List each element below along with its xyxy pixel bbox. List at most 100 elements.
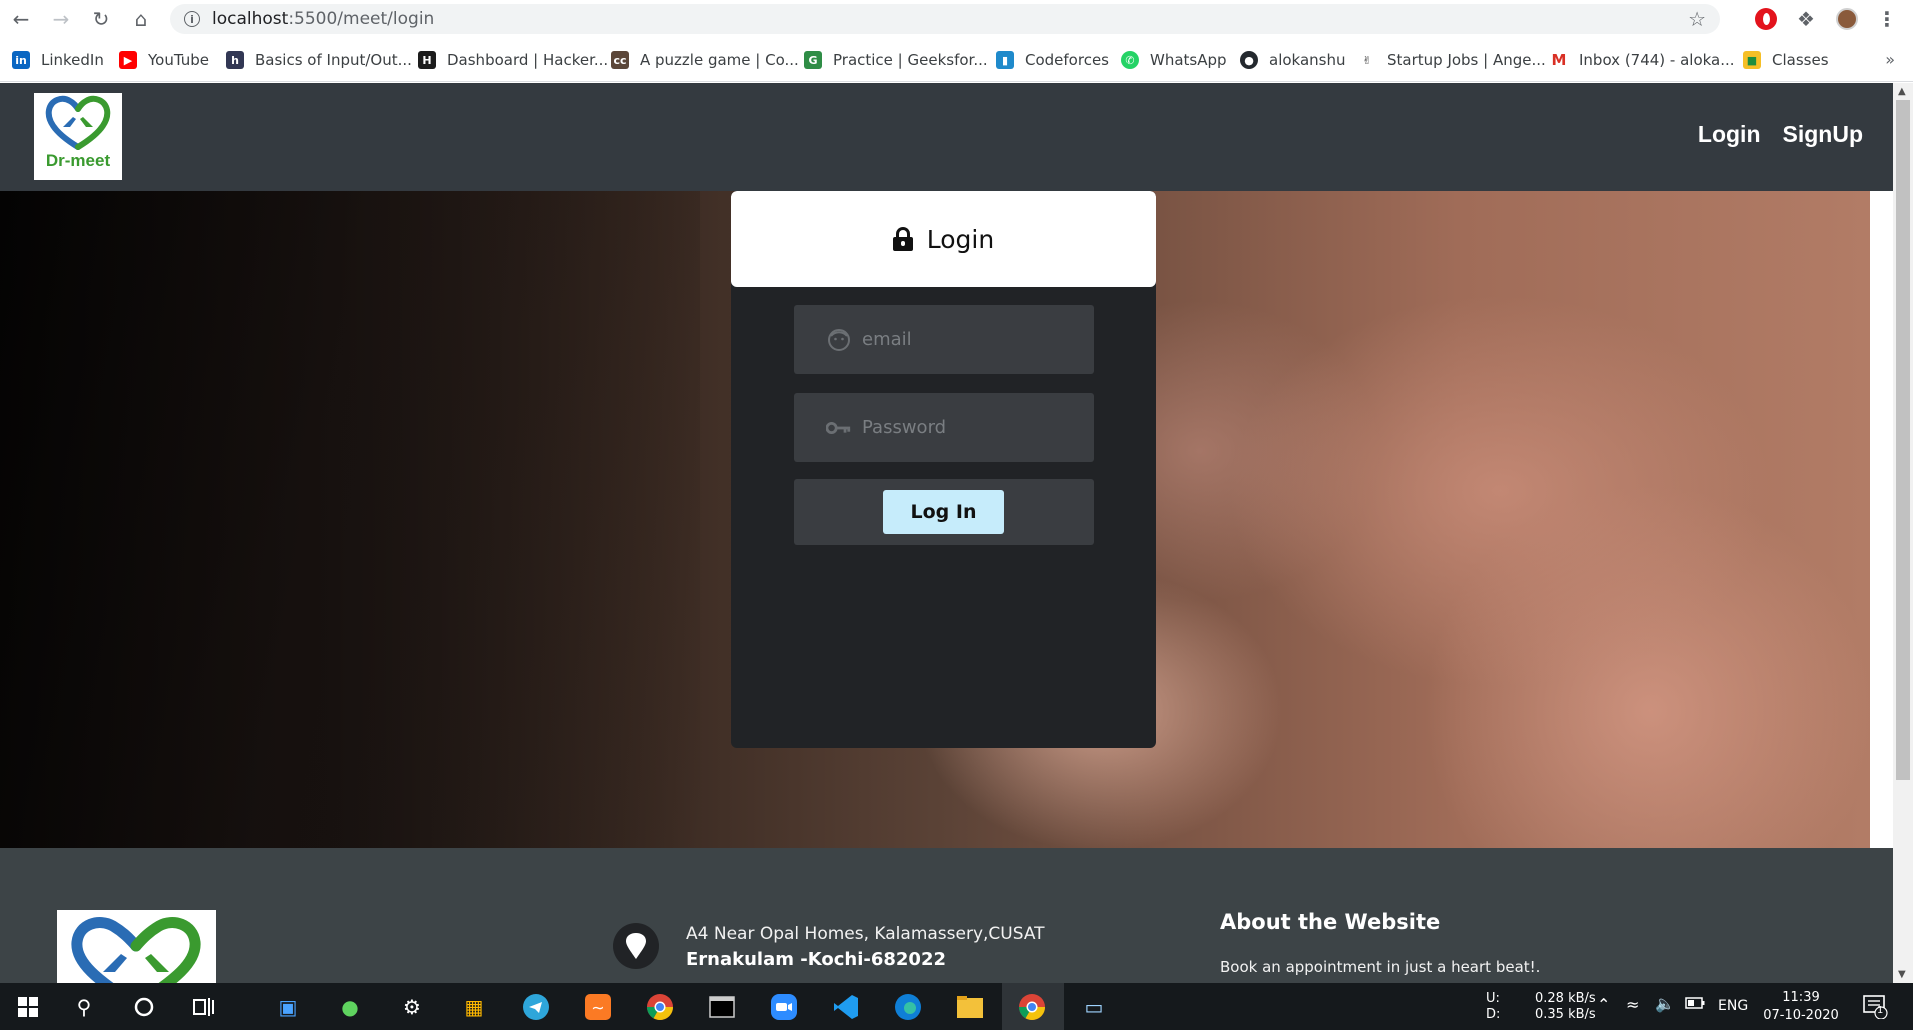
bookmark-hackerearth[interactable]: h Basics of Input/Out... bbox=[226, 49, 412, 71]
address-bar[interactable]: i localhost:5500/meet/login ☆ bbox=[170, 4, 1720, 34]
angellist-icon: ✌ bbox=[1358, 51, 1376, 69]
bookmark-label: Dashboard | Hacker... bbox=[447, 51, 609, 69]
file-explorer-icon[interactable] bbox=[954, 991, 986, 1023]
bookmark-label: Practice | Geeksfor... bbox=[833, 51, 988, 69]
logo-text: Dr-meet bbox=[45, 151, 111, 170]
login-header: Login bbox=[731, 191, 1156, 287]
hackerrank-icon: H bbox=[418, 51, 436, 69]
notification-center-icon[interactable]: 1 bbox=[1862, 993, 1888, 1023]
password-input[interactable] bbox=[862, 417, 1082, 438]
scroll-up-icon[interactable]: ▲ bbox=[1898, 86, 1906, 97]
email-field[interactable] bbox=[794, 305, 1094, 374]
wifi-icon[interactable]: ≈ bbox=[1626, 995, 1639, 1014]
reload-icon[interactable]: ↻ bbox=[88, 7, 114, 31]
bookmark-whatsapp[interactable]: ✆ WhatsApp bbox=[1121, 49, 1227, 71]
page-scrollbar[interactable]: ▲ ▼ bbox=[1893, 83, 1913, 983]
bookmark-label: Inbox (744) - aloka... bbox=[1579, 51, 1735, 69]
key-icon bbox=[826, 416, 852, 440]
colorful-app-icon[interactable]: ● bbox=[334, 991, 366, 1023]
bookmark-gmail[interactable]: M Inbox (744) - aloka... bbox=[1550, 49, 1735, 71]
footer-about-title: About the Website bbox=[1220, 910, 1441, 934]
clock-time: 11:39 bbox=[1782, 990, 1820, 1005]
notepad-icon[interactable]: ▭ bbox=[1078, 991, 1110, 1023]
login-submit-button[interactable]: Log In bbox=[883, 490, 1004, 534]
heart-hands-logo-icon bbox=[71, 917, 201, 983]
vscode-icon[interactable] bbox=[830, 991, 862, 1023]
svg-text:∼: ∼ bbox=[591, 998, 604, 1017]
bookmark-label: Basics of Input/Out... bbox=[255, 51, 412, 69]
hackerearth-icon: h bbox=[226, 51, 244, 69]
chrome-menu-icon[interactable]: ⋮ bbox=[1876, 7, 1898, 31]
bookmark-label: Codeforces bbox=[1025, 51, 1109, 69]
url-path: :5500/meet/login bbox=[288, 9, 435, 29]
nav-signup-link[interactable]: SignUp bbox=[1783, 121, 1864, 148]
footer-address-line2: Ernakulam -Kochi-682022 bbox=[686, 949, 946, 970]
cortana-icon[interactable] bbox=[128, 991, 160, 1023]
bookmark-hackerrank[interactable]: H Dashboard | Hacker... bbox=[418, 49, 608, 71]
language-indicator[interactable]: ENG bbox=[1718, 998, 1748, 1014]
bookmark-classroom[interactable]: ■ Classes bbox=[1743, 49, 1829, 71]
tray-chevron-icon[interactable]: ⌃ bbox=[1597, 995, 1610, 1014]
terminal-icon[interactable] bbox=[706, 991, 738, 1023]
footer-address-line1: A4 Near Opal Homes, Kalamassery,CUSAT bbox=[686, 924, 1045, 944]
linkedin-icon: in bbox=[12, 51, 30, 69]
edge-icon[interactable] bbox=[892, 991, 924, 1023]
site-footer: A4 Near Opal Homes, Kalamassery,CUSAT Er… bbox=[0, 848, 1893, 983]
bookmark-star-icon[interactable]: ☆ bbox=[1688, 7, 1706, 31]
zoom-icon[interactable] bbox=[768, 991, 800, 1023]
back-icon[interactable]: ← bbox=[8, 7, 34, 31]
url-text[interactable]: localhost:5500/meet/login bbox=[212, 9, 434, 29]
email-input[interactable] bbox=[862, 329, 1082, 350]
site-logo[interactable]: Dr-meet bbox=[34, 93, 122, 180]
bookmark-geeksforgeeks[interactable]: G Practice | Geeksfor... bbox=[804, 49, 988, 71]
hero-shadow bbox=[0, 191, 700, 848]
task-view-icon[interactable] bbox=[188, 991, 220, 1023]
bookmark-label: alokanshu bbox=[1269, 51, 1346, 69]
bookmark-label: YouTube bbox=[148, 51, 209, 69]
net-down-value: 0.35 kB/s bbox=[1535, 1007, 1596, 1022]
bookmark-label: Startup Jobs | Ange... bbox=[1387, 51, 1546, 69]
chrome-active-icon[interactable] bbox=[1016, 991, 1048, 1023]
password-field[interactable] bbox=[794, 393, 1094, 462]
windows-taskbar: ⚲ ▣ ● ⚙ ▦ ∼ ▭ U: D: 0.28 kB/s 0.35 kB/s … bbox=[0, 983, 1913, 1030]
volume-icon[interactable]: 🔈 bbox=[1655, 994, 1675, 1013]
nav-login-link[interactable]: Login bbox=[1698, 121, 1761, 148]
bookmark-linkedin[interactable]: in LinkedIn bbox=[12, 49, 104, 71]
profile-avatar[interactable] bbox=[1836, 8, 1858, 30]
url-host: localhost bbox=[212, 9, 289, 29]
bookmark-codeforces[interactable]: ▮ Codeforces bbox=[996, 49, 1109, 71]
clock[interactable]: 11:39 07-10-2020 bbox=[1762, 989, 1840, 1025]
xampp-icon[interactable]: ∼ bbox=[582, 991, 614, 1023]
bookmark-angellist[interactable]: ✌ Startup Jobs | Ange... bbox=[1358, 49, 1546, 71]
battery-icon[interactable] bbox=[1685, 997, 1705, 1013]
bookmark-youtube[interactable]: ▶ YouTube bbox=[119, 49, 209, 71]
codechef-icon: cc bbox=[611, 51, 629, 69]
gmail-icon: M bbox=[1550, 51, 1568, 69]
site-info-icon[interactable]: i bbox=[184, 11, 200, 27]
classroom-icon: ■ bbox=[1743, 51, 1761, 69]
face-icon bbox=[826, 328, 852, 352]
search-icon[interactable]: ⚲ bbox=[68, 991, 100, 1023]
bookmark-github[interactable]: ● alokanshu bbox=[1240, 49, 1346, 71]
home-icon[interactable]: ⌂ bbox=[128, 7, 154, 31]
bookmark-codechef[interactable]: cc A puzzle game | Co... bbox=[611, 49, 799, 71]
bookmark-label: WhatsApp bbox=[1150, 51, 1227, 69]
bookmark-label: A puzzle game | Co... bbox=[640, 51, 799, 69]
github-icon: ● bbox=[1240, 51, 1258, 69]
opera-extension-icon[interactable] bbox=[1755, 8, 1777, 30]
laptop-app-icon[interactable]: ▣ bbox=[272, 991, 304, 1023]
chrome-icon[interactable] bbox=[644, 991, 676, 1023]
forward-icon[interactable]: → bbox=[48, 7, 74, 31]
telegram-icon[interactable] bbox=[520, 991, 552, 1023]
windows-start-icon[interactable] bbox=[12, 991, 44, 1023]
bookmark-label: Classes bbox=[1772, 51, 1829, 69]
store-icon[interactable]: ▦ bbox=[458, 991, 490, 1023]
extensions-puzzle-icon[interactable]: ❖ bbox=[1795, 7, 1817, 31]
net-up-value: 0.28 kB/s bbox=[1535, 991, 1596, 1006]
settings-gear-icon[interactable]: ⚙ bbox=[396, 991, 428, 1023]
scrollbar-thumb[interactable] bbox=[1896, 100, 1910, 780]
footer-logo bbox=[57, 910, 216, 983]
scroll-down-icon[interactable]: ▼ bbox=[1898, 969, 1906, 980]
login-title: Login bbox=[926, 224, 995, 254]
more-bookmarks-icon[interactable]: » bbox=[1885, 50, 1895, 69]
